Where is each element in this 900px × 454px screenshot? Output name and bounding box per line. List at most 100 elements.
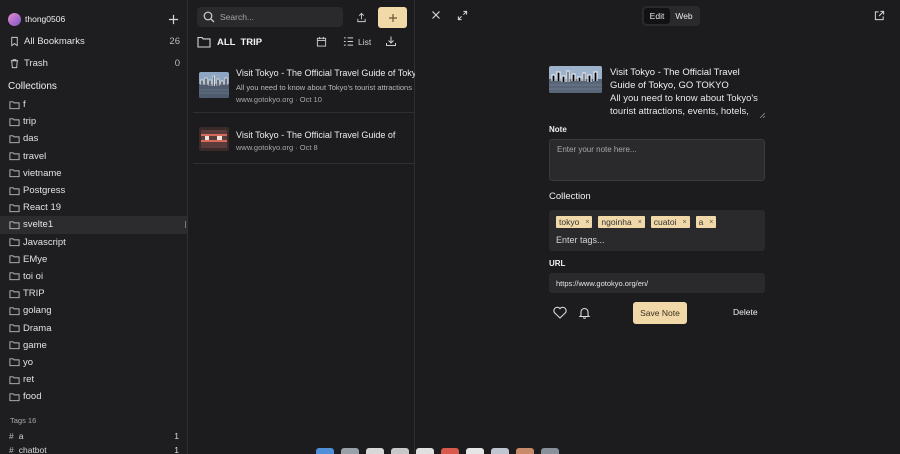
folder-icon [8,133,20,145]
all-bookmarks-link[interactable]: All Bookmarks 26 [8,33,180,49]
collection-item[interactable]: game [0,337,187,354]
breadcrumb-current: TRIP [240,36,263,48]
tags-title: Tags 16 [10,416,37,425]
collections-title: Collections [8,81,57,92]
collection-item[interactable]: toi oi [0,268,187,285]
remove-tag-icon[interactable]: × [585,219,589,226]
dock-app-icon[interactable] [441,448,459,454]
bell-icon[interactable] [577,305,591,319]
upload-icon[interactable] [353,9,369,25]
bookmark-row[interactable]: Visit Tokyo - The Official Travel Guide … [193,113,415,164]
collection-item[interactable]: vietname [0,165,187,182]
detail-description: All you need to know about Tokyo's touri… [610,93,758,117]
collection-item[interactable]: golang [0,302,187,319]
collection-item[interactable]: Javascript [0,234,187,251]
username: thong0506 [25,14,66,24]
collection-label: trip [23,116,37,128]
collection-item[interactable]: f [0,96,187,113]
resize-grip-icon[interactable] [759,112,765,118]
search-input[interactable] [220,12,330,22]
breadcrumb-all[interactable]: All [217,37,235,48]
collection-item-active[interactable]: svelte1 [0,216,187,234]
folder-icon [8,185,20,197]
external-link-icon[interactable] [873,9,885,21]
collection-item[interactable]: Drama [0,319,187,336]
dock-app-icon[interactable] [491,448,509,454]
plus-icon[interactable] [166,12,180,26]
bookmark-list-pane: All TRIP List Visit Tokyo - The Official… [189,0,415,454]
delete-button[interactable]: Delete [733,307,758,317]
close-icon[interactable] [430,9,442,21]
collection-item[interactable]: React 19 [0,199,187,216]
remove-tag-icon[interactable]: × [682,219,686,226]
collection-item[interactable]: EMye [0,251,187,268]
tag-item[interactable]: # chatbot 1 [9,444,179,454]
trash-icon [8,57,20,69]
remove-tag-icon[interactable]: × [709,219,713,226]
bookmark-row[interactable]: Visit Tokyo - The Official Travel Guide … [193,62,415,113]
hash-icon: # [9,431,14,441]
trash-link[interactable]: Trash 0 [8,55,180,71]
tag-item[interactable]: # a 1 [9,430,179,442]
save-note-button[interactable]: Save Note [633,302,687,324]
download-icon[interactable] [384,34,397,47]
tag-input[interactable] [556,235,736,245]
collection-item[interactable]: food [0,388,187,405]
tag-label: chatbot [18,445,47,454]
dock-app-icon[interactable] [341,448,359,454]
tag-chip-label: cuatoi [653,217,677,227]
collection-item[interactable]: travel [0,148,187,165]
tag-chip-label: ngoinha [601,217,632,227]
collection-item[interactable]: trip [0,113,187,130]
collection-label: Collection [549,191,591,202]
search-icon [202,11,215,24]
url-field[interactable] [549,273,765,293]
collection-item[interactable]: ret [0,371,187,388]
dock-app-icon[interactable] [466,448,484,454]
trash-label: Trash [24,57,48,69]
bookmark-title: Visit Tokyo - The Official Travel Guide … [236,68,415,78]
user-row[interactable]: thong0506 [8,11,180,27]
collection-label: toi oi [23,270,44,282]
collection-label: TRIP [23,288,45,300]
dock-app-icon[interactable] [541,448,559,454]
search-box[interactable] [197,7,343,27]
collection-label: vietname [23,167,62,179]
collection-label: EMye [23,253,48,265]
hash-icon: # [9,445,14,454]
new-bookmark-button[interactable] [378,7,407,28]
all-bookmarks-label: All Bookmarks [24,35,85,47]
tag-editor[interactable]: tokyo × ngoinha × cuatoi × a × [549,210,765,251]
expand-icon[interactable] [456,9,468,21]
collection-item[interactable]: yo [0,354,187,371]
dock-app-icon[interactable] [316,448,334,454]
dock-app-icon[interactable] [416,448,434,454]
tag-chip: cuatoi × [650,216,690,228]
collection-item[interactable]: TRIP [0,285,187,302]
tag-chip: tokyo × [556,216,593,228]
detail-summary[interactable]: Visit Tokyo - The Official Travel Guide … [610,66,764,119]
bookmark-icon [8,35,20,47]
view-toggle-label: List [358,36,372,47]
drag-handle[interactable] [185,221,187,229]
tab-edit[interactable]: Edit [644,8,670,24]
folder-icon [8,116,20,128]
heart-icon[interactable] [553,305,567,319]
trash-count: 0 [174,57,180,69]
all-bookmarks-count: 26 [169,35,180,47]
note-field[interactable] [549,139,765,181]
collection-item[interactable]: Postgress [0,182,187,199]
collection-item[interactable]: das [0,130,187,147]
tab-web[interactable]: Web [670,8,698,24]
dock-app-icon[interactable] [391,448,409,454]
folder-icon [8,219,20,231]
dock-app-icon[interactable] [366,448,384,454]
view-toggle-button[interactable]: List [343,35,371,48]
folder-icon [197,35,211,49]
breadcrumb: All TRIP [197,34,407,50]
dock-app-icon[interactable] [516,448,534,454]
detail-title: Visit Tokyo - The Official Travel Guide … [610,67,740,91]
calendar-icon[interactable] [315,35,327,47]
folder-icon [8,99,20,111]
remove-tag-icon[interactable]: × [638,219,642,226]
